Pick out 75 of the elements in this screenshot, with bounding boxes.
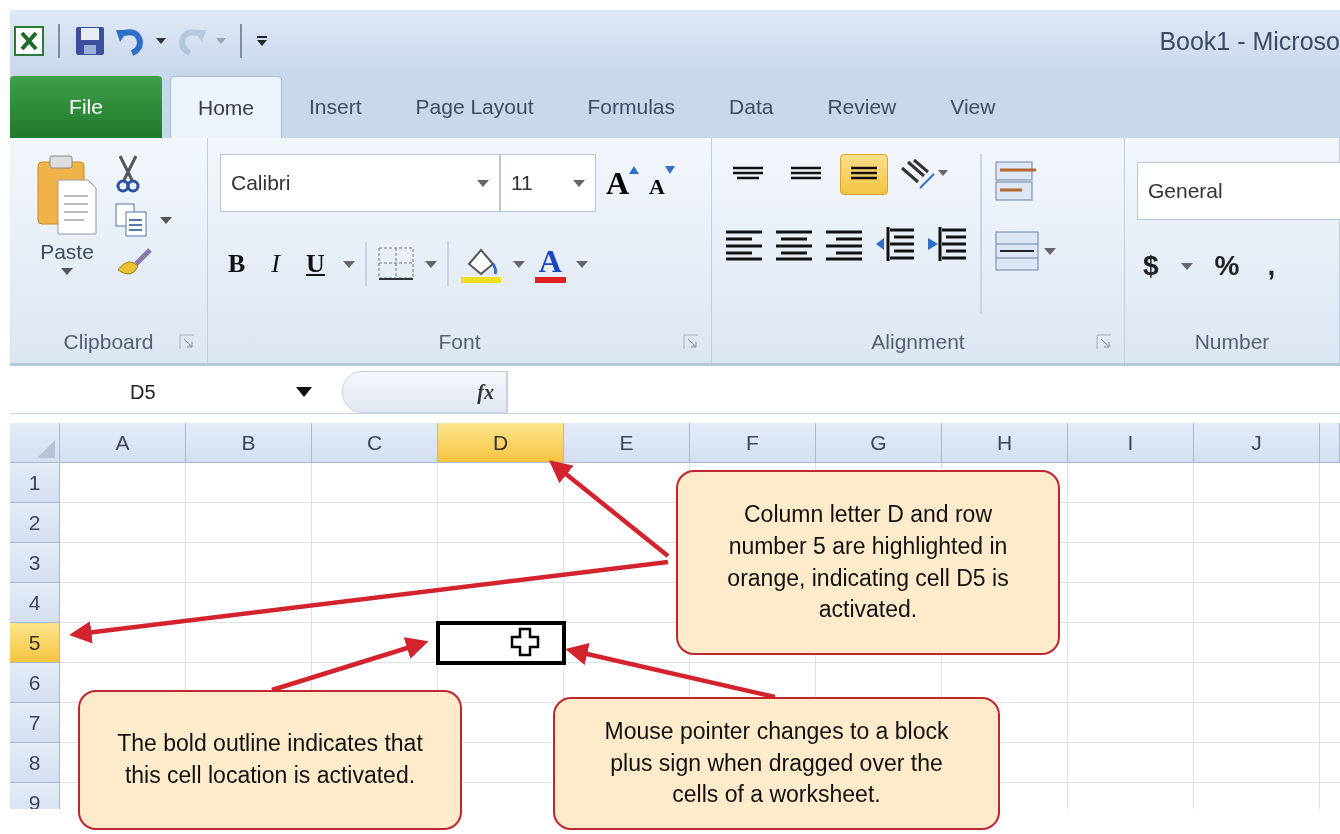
align-lines-icon xyxy=(731,165,765,181)
ribbon-tab[interactable]: Formulas xyxy=(560,76,703,138)
clipboard-icon xyxy=(36,154,98,236)
row-header[interactable]: 1 xyxy=(10,463,60,503)
caret-icon xyxy=(61,268,73,275)
caret-icon[interactable] xyxy=(160,216,172,224)
align-bottom-button[interactable] xyxy=(840,154,888,195)
customize-menu-icon[interactable] xyxy=(256,35,268,47)
save-icon[interactable] xyxy=(74,25,106,57)
triangle-icon xyxy=(37,440,55,458)
ribbon-tab[interactable]: View xyxy=(923,76,1023,138)
percent-button[interactable]: % xyxy=(1208,250,1246,282)
column-header[interactable]: I xyxy=(1068,423,1194,463)
insert-function-button[interactable]: fx xyxy=(477,380,494,404)
underline-button[interactable]: U xyxy=(298,249,333,279)
merge-center-icon[interactable] xyxy=(994,230,1040,272)
callout-text: Column letter D and row number 5 are highlighted in orange, indicating cell D5 is activated. xyxy=(726,500,1010,625)
group-label: Clipboard xyxy=(63,330,154,354)
borders-icon[interactable] xyxy=(376,246,415,282)
column-header[interactable]: E xyxy=(564,423,690,463)
font-color-button[interactable]: A xyxy=(534,245,566,283)
column-header[interactable]: B xyxy=(186,423,312,463)
column-header[interactable]: D xyxy=(438,423,564,463)
number-format-dropdown[interactable]: General xyxy=(1137,162,1340,220)
row-header[interactable]: 4 xyxy=(10,583,60,623)
row-header[interactable]: 5 xyxy=(10,623,60,663)
excel-logo-icon xyxy=(14,26,44,56)
down-arrow-icon xyxy=(665,166,675,174)
file-tab[interactable]: File xyxy=(10,76,162,138)
row-header[interactable]: 3 xyxy=(10,543,60,583)
comma-button[interactable]: , xyxy=(1261,250,1282,282)
decrease-indent-icon[interactable] xyxy=(874,225,916,263)
align-lines-icon xyxy=(789,165,823,181)
group-label: Alignment xyxy=(871,330,965,354)
group-label: Number xyxy=(1194,330,1270,354)
dialog-launcher-icon[interactable] xyxy=(1096,334,1112,350)
caret-icon[interactable] xyxy=(156,38,166,44)
row-header[interactable]: 7 xyxy=(10,703,60,743)
currency-button[interactable]: $ xyxy=(1137,250,1165,282)
row-header[interactable]: 9 xyxy=(10,783,60,809)
group-label: Font xyxy=(438,330,481,354)
plus-cursor-icon xyxy=(510,627,540,657)
font-name-dropdown[interactable]: Calibri xyxy=(220,154,500,212)
dialog-launcher-icon[interactable] xyxy=(683,334,699,350)
scissors-icon[interactable] xyxy=(114,154,142,194)
caret-icon[interactable] xyxy=(296,387,312,397)
column-header[interactable]: J xyxy=(1194,423,1320,463)
ribbon-tab[interactable]: Data xyxy=(702,76,801,138)
ribbon-tab[interactable]: Home xyxy=(170,76,283,138)
increase-indent-icon[interactable] xyxy=(926,225,968,263)
column-header[interactable]: F xyxy=(690,423,816,463)
callout-text: The bold outline indicates that this cell location is activated. xyxy=(116,729,424,790)
dialog-launcher-icon[interactable] xyxy=(179,334,195,350)
column-header[interactable]: C xyxy=(312,423,438,463)
up-arrow-icon xyxy=(629,166,640,174)
wrap-text-icon[interactable] xyxy=(994,160,1038,202)
column-header[interactable]: G xyxy=(816,423,942,463)
shrink-font-button[interactable]: A xyxy=(649,174,665,200)
grow-font-button[interactable]: A xyxy=(606,164,630,202)
ribbon-tab[interactable]: Page Layout xyxy=(388,76,561,138)
paste-button[interactable]: Paste xyxy=(22,154,98,282)
column-header[interactable]: A xyxy=(60,423,186,463)
row-header[interactable]: 8 xyxy=(10,743,60,783)
row-header[interactable]: 6 xyxy=(10,663,60,703)
ribbon-tab[interactable]: Review xyxy=(800,76,924,138)
bold-button[interactable]: B xyxy=(220,249,254,279)
font-size-dropdown[interactable]: 11 xyxy=(500,154,596,212)
callout-text: Mouse pointer changes to a block plus sign when dragged over the cells of a worksheet. xyxy=(603,716,950,810)
active-cell-outline[interactable] xyxy=(436,621,566,665)
ribbon-tab[interactable]: Insert xyxy=(282,76,389,138)
column-header[interactable]: H xyxy=(942,423,1068,463)
italic-button[interactable]: I xyxy=(263,249,288,279)
window-title: Book1 - Microso xyxy=(1159,26,1340,56)
row-header[interactable]: 2 xyxy=(10,503,60,543)
name-box[interactable]: D5 xyxy=(10,371,320,413)
